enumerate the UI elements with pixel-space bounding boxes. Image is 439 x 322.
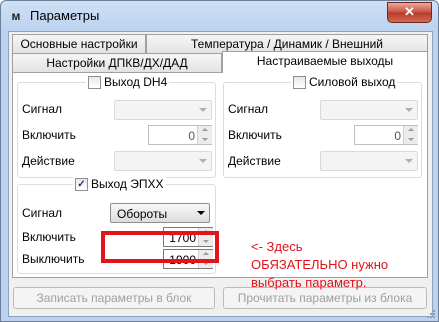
annotation-line-3: выбрать параметр. (251, 275, 367, 290)
power-enable-label: Включить (228, 128, 282, 142)
power-action-select[interactable] (320, 151, 418, 171)
dh4-signal-select[interactable] (114, 100, 212, 120)
chevron-down-icon (199, 108, 207, 112)
chevron-down-icon (197, 211, 205, 215)
group-power-output: Силовой выход Сигнал Включить 0 Действие (223, 74, 422, 178)
epxx-checkbox[interactable]: ✓ (75, 177, 88, 191)
power-action-label: Действие (228, 154, 281, 168)
write-params-button[interactable]: Записать параметры в блок (13, 287, 215, 309)
dh4-signal-label: Сигнал (22, 102, 63, 116)
parameters-window: ᴍ Параметры ✕ Основные настройки Темпера… (0, 0, 439, 322)
annotation-note: <- Здесь ОБЯЗАТЕЛЬНО нужно выбрать парам… (251, 238, 421, 292)
annotation-line-2: ОБЯЗАТЕЛЬНО нужно (251, 257, 389, 272)
epxx-disable-label: Выключить (22, 252, 85, 266)
tab-custom-outputs[interactable]: Настраиваемые выходы (222, 51, 428, 73)
power-checkbox[interactable] (293, 75, 306, 89)
dh4-action-label: Действие (22, 154, 75, 168)
group-dh4: Выход DH4 Сигнал Включить 0 Действие (17, 74, 216, 178)
epxx-signal-value: Обороты (117, 207, 168, 221)
tab-label: Основные настройки (20, 37, 138, 51)
spin-down-icon[interactable] (197, 135, 212, 144)
dh4-checkbox[interactable] (88, 75, 101, 89)
power-enable-value: 0 (394, 129, 401, 143)
annotation-highlight-box (101, 231, 219, 263)
epxx-signal-label: Сигнал (22, 206, 63, 220)
dialog-client: Основные настройки Температура / Динамик… (8, 31, 433, 317)
epxx-enable-label: Включить (22, 230, 76, 244)
tab-basic-settings[interactable]: Основные настройки (12, 34, 146, 53)
dh4-action-select[interactable] (114, 151, 212, 171)
dh4-enable-value: 0 (188, 129, 195, 143)
app-logo-icon: ᴍ (11, 9, 21, 23)
resize-grip-icon[interactable] (426, 309, 436, 319)
power-title: Силовой выход (309, 75, 396, 89)
tab-label: Настраиваемые выходы (256, 54, 394, 68)
chevron-down-icon (405, 108, 413, 112)
tab-label: Настройки ДПКВ/ДХ/ДАД (46, 56, 188, 70)
epxx-title: Выход ЭПХХ (91, 177, 164, 191)
dh4-enable-label: Включить (22, 128, 76, 142)
epxx-legend: ✓ Выход ЭПХХ (73, 176, 166, 192)
spin-down-icon[interactable] (403, 135, 418, 144)
power-signal-select[interactable] (320, 100, 418, 120)
tab-dpkv-dh-dad[interactable]: Настройки ДПКВ/ДХ/ДАД (12, 53, 222, 72)
custom-outputs-panel: Выход DH4 Сигнал Включить 0 Действие Сил… (12, 72, 428, 290)
dh4-title: Выход DH4 (104, 75, 168, 89)
dh4-legend: Выход DH4 (86, 74, 170, 90)
chevron-down-icon (199, 159, 207, 163)
close-button[interactable]: ✕ (387, 2, 432, 23)
power-legend: Силовой выход (291, 74, 398, 90)
title-bar[interactable]: ᴍ Параметры ✕ (1, 1, 438, 31)
epxx-signal-select[interactable]: Обороты (110, 203, 210, 223)
annotation-line-1: <- Здесь (251, 239, 303, 254)
power-enable-spinner[interactable]: 0 (354, 125, 418, 145)
power-signal-label: Сигнал (228, 102, 269, 116)
dh4-enable-spinner[interactable]: 0 (148, 125, 212, 145)
window-title: Параметры (30, 8, 100, 23)
chevron-down-icon (405, 159, 413, 163)
